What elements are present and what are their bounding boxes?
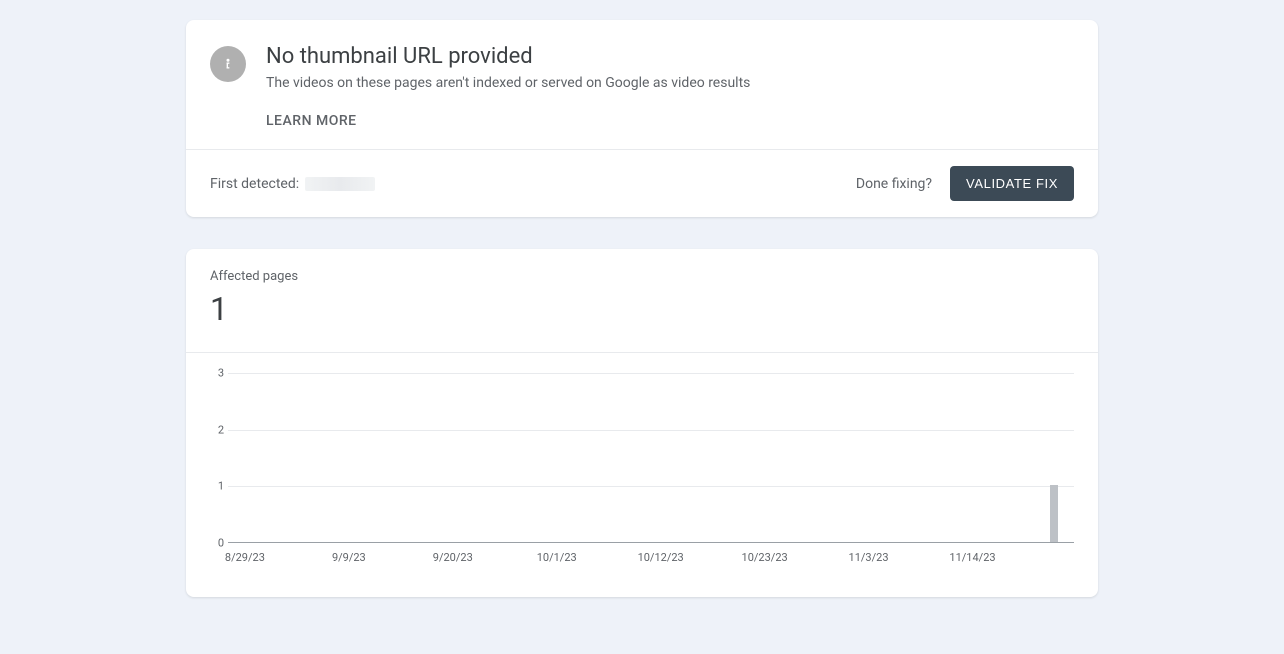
affected-header: Affected pages 1 bbox=[186, 249, 1098, 353]
chart-x-tick: 11/14/23 bbox=[949, 551, 995, 564]
chart-y-axis: 0123 bbox=[210, 373, 228, 543]
chart-x-axis: 8/29/23 9/9/23 9/20/23 10/1/23 10/12/23 10/23… bbox=[228, 547, 1074, 573]
chart-x-tick: 8/29/23 bbox=[225, 551, 265, 564]
chart-container: 0 1 2 3 8/29/23 9/9/23 9/20/23 10/1/23 10/12/23… bbox=[186, 353, 1098, 597]
issue-text-block: No thumbnail URL provided The videos on … bbox=[266, 44, 1074, 129]
chart-y-tick: 2 bbox=[218, 423, 224, 436]
chart-x-tick: 10/12/23 bbox=[638, 551, 684, 564]
chart-y-tick: 3 bbox=[218, 367, 224, 380]
validate-fix-button[interactable]: VALIDATE FIX bbox=[950, 166, 1074, 201]
chart-x-tick: 10/1/23 bbox=[537, 551, 577, 564]
first-detected-value bbox=[305, 177, 375, 191]
chart-y-tick: 1 bbox=[218, 480, 224, 493]
affected-pages-card: Affected pages 1 0 1 2 3 8/29/23 9/9/23 9/20/… bbox=[186, 249, 1098, 597]
chart-gridline bbox=[228, 430, 1074, 431]
info-icon bbox=[210, 46, 246, 82]
done-fixing-label: Done fixing? bbox=[856, 176, 932, 192]
issue-card: No thumbnail URL provided The videos on … bbox=[186, 20, 1098, 217]
chart-bar bbox=[1050, 485, 1058, 542]
chart-x-tick: 9/20/23 bbox=[433, 551, 473, 564]
issue-title: No thumbnail URL provided bbox=[266, 44, 1074, 69]
issue-card-footer: First detected: Done fixing? VALIDATE FI… bbox=[186, 149, 1098, 217]
chart-x-tick: 11/3/23 bbox=[849, 551, 889, 564]
affected-label: Affected pages bbox=[210, 269, 1074, 284]
learn-more-link[interactable]: LEARN MORE bbox=[266, 113, 1074, 129]
affected-pages-chart: 0123 8/29/239/9/239/20/2310/1/2310/12/23… bbox=[210, 373, 1074, 573]
affected-count: 1 bbox=[210, 290, 1074, 328]
chart-plot bbox=[228, 373, 1074, 543]
chart-gridline bbox=[228, 486, 1074, 487]
issue-card-top: No thumbnail URL provided The videos on … bbox=[186, 20, 1098, 149]
fix-actions: Done fixing? VALIDATE FIX bbox=[856, 166, 1074, 201]
chart-gridline bbox=[228, 373, 1074, 374]
first-detected-label: First detected: bbox=[210, 176, 299, 192]
first-detected: First detected: bbox=[210, 176, 375, 192]
chart-x-tick: 9/9/23 bbox=[332, 551, 366, 564]
chart-x-tick: 10/23/23 bbox=[742, 551, 788, 564]
issue-description: The videos on these pages aren't indexed… bbox=[266, 75, 1074, 91]
chart-y-tick: 0 bbox=[218, 537, 224, 550]
